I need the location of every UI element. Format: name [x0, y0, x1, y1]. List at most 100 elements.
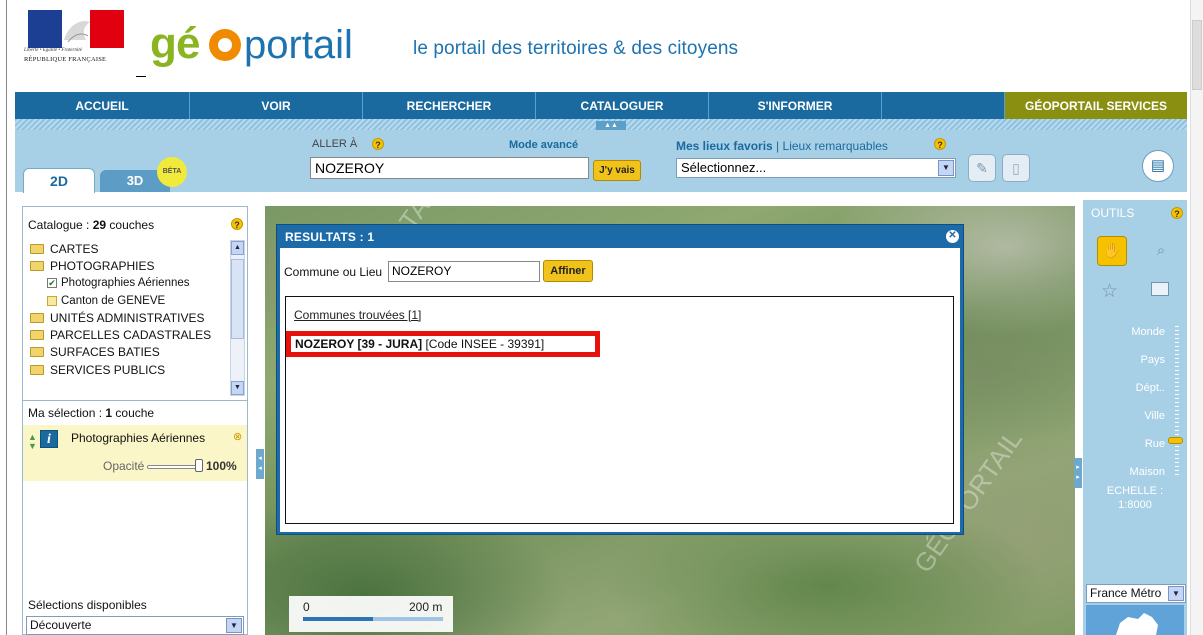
selection-title-prefix: Ma sélection :	[28, 406, 106, 420]
zoom-level-maison[interactable]: Maison	[1130, 466, 1165, 478]
catalog-item-cartes[interactable]: CARTES	[29, 240, 229, 257]
remove-layer-icon[interactable]: ⊗	[233, 430, 242, 443]
collapse-right-panel-icon[interactable]: ▸ ▸	[1074, 458, 1082, 488]
nav-geoportail-services[interactable]: GÉOPORTAIL SERVICES	[1005, 92, 1187, 119]
opacity-slider[interactable]	[147, 465, 199, 469]
svg-text:é: é	[176, 19, 200, 68]
geoportail-logo[interactable]: g é portail	[150, 18, 410, 68]
results-heading-link[interactable]: Communes trouvées [1]	[294, 308, 421, 322]
scale-readout: ECHELLE : 1:8000	[1083, 484, 1187, 512]
favoris-help-icon[interactable]: ?	[934, 138, 946, 150]
result-name: NOZEROY [39 - JURA]	[295, 337, 423, 351]
zoom-level-monde[interactable]: Monde	[1131, 326, 1165, 338]
nav-cataloguer[interactable]: CATALOGUER	[536, 92, 709, 119]
zoom-level-ville[interactable]: Ville	[1144, 410, 1165, 422]
catalog-item-parcelles-cadastrales[interactable]: PARCELLES CADASTRALES	[29, 326, 229, 343]
main-nav: ACCUEIL VOIR RECHERCHER CATALOGUER S'INF…	[15, 92, 1187, 119]
affiner-button[interactable]: Affiner	[543, 260, 593, 282]
commune-field-label: Commune ou Lieu	[284, 265, 383, 279]
catalog-item-label: Canton de GENEVE	[61, 294, 166, 307]
info-icon[interactable]: i	[40, 430, 58, 448]
folder-icon	[30, 347, 44, 358]
territory-select[interactable]: France Métro ▼	[1086, 584, 1186, 603]
goto-search-input[interactable]: NOZEROY	[310, 157, 589, 179]
chevron-down-icon[interactable]: ▼	[1168, 586, 1184, 601]
envelope-icon[interactable]	[1151, 282, 1169, 296]
catalog-title-suffix: couches	[106, 218, 155, 232]
zoom-slider-handle[interactable]	[1168, 437, 1183, 444]
svg-text:portail: portail	[244, 23, 353, 67]
available-selections-select[interactable]: Découverte ▼	[26, 616, 244, 635]
nav-sinformer[interactable]: S'INFORMER	[709, 92, 882, 119]
available-selections-value: Découverte	[30, 618, 92, 632]
catalog-item-unites-administratives[interactable]: UNITÉS ADMINISTRATIVES	[29, 309, 229, 326]
opacity-slider-handle[interactable]	[195, 459, 203, 472]
catalog-scrollbar[interactable]: ▲ ▼	[230, 240, 245, 396]
help-icon[interactable]: ?	[372, 138, 384, 150]
catalog-item-services-publics[interactable]: SERVICES PUBLICS	[29, 361, 229, 378]
pan-hand-icon[interactable]: ✋	[1097, 236, 1127, 266]
available-selections-title: Sélections disponibles	[28, 598, 147, 612]
catalog-item-surfaces-baties[interactable]: SURFACES BATIES	[29, 344, 229, 361]
catalog-item-label: Photographies Aériennes	[61, 277, 190, 290]
catalog-item-photographies[interactable]: PHOTOGRAPHIES	[29, 257, 229, 274]
chevron-down-icon[interactable]: ▼	[231, 381, 244, 395]
nav-accueil[interactable]: ACCUEIL	[15, 92, 190, 119]
chevron-down-icon[interactable]: ▼	[938, 160, 954, 176]
chevron-down-icon[interactable]: ▼	[226, 618, 242, 633]
trash-icon[interactable]: ▯	[1002, 154, 1030, 182]
catalog-item-label: CARTES	[50, 241, 99, 256]
dialog-title: RESULTATS : 1	[285, 230, 375, 244]
catalog-item-label: PHOTOGRAPHIES	[50, 258, 155, 273]
page-scrollbar[interactable]	[1190, 0, 1203, 635]
pin-icon[interactable]: ✎	[968, 154, 996, 182]
zoom-level-pays[interactable]: Pays	[1141, 354, 1165, 366]
zoom-magnifier-icon[interactable]: ⌕	[1147, 238, 1175, 266]
geoportail-page: Liberté • Égalité • Fraternité RÉPUBLIQU…	[0, 0, 1203, 635]
rf-name: RÉPUBLIQUE FRANÇAISE	[24, 56, 107, 63]
scale-distance: 200 m	[409, 600, 443, 614]
reorder-arrows-icon[interactable]: ▲ ▼	[28, 433, 37, 451]
catalog-item-label: SERVICES PUBLICS	[50, 362, 166, 377]
favoris-select[interactable]: Sélectionnez... ▼	[676, 158, 956, 178]
catalog-item-photographies-aeriennes[interactable]: ✔ Photographies Aériennes	[29, 275, 229, 292]
favoris-select-value: Sélectionnez...	[681, 160, 767, 175]
layers-panel-icon[interactable]: ▤	[1142, 150, 1174, 182]
checkbox-checked-icon[interactable]: ✔	[47, 278, 57, 289]
catalog-item-canton-geneve[interactable]: Canton de GENEVE	[29, 292, 229, 309]
text-cursor	[136, 76, 146, 77]
commune-input[interactable]: NOZEROY	[388, 261, 540, 282]
folder-icon	[30, 364, 44, 375]
favoris-link[interactable]: Mes lieux favoris	[676, 139, 773, 153]
divider	[23, 400, 247, 401]
catalog-title: Catalogue : 29 couches	[28, 218, 154, 232]
zoom-level-rue[interactable]: Rue	[1145, 438, 1165, 450]
nav-voir[interactable]: VOIR	[190, 92, 363, 119]
catalog-panel: Catalogue : 29 couches ? CARTES PHOTOGRA…	[22, 206, 248, 635]
collapse-left-panel-icon[interactable]: ◂ ◂	[256, 449, 264, 479]
catalog-tree: CARTES PHOTOGRAPHIES ✔ Photographies Aéri…	[29, 240, 229, 395]
scrollbar-thumb[interactable]	[1192, 20, 1202, 90]
goto-label: ALLER À	[312, 138, 358, 150]
lieux-remarquables-link[interactable]: Lieux remarquables	[783, 139, 888, 153]
goto-button[interactable]: J'y vais	[593, 160, 641, 181]
zoom-slider[interactable]	[1175, 326, 1179, 478]
folder-icon	[30, 243, 44, 254]
checkbox-icon[interactable]	[47, 295, 57, 306]
catalog-help-icon[interactable]: ?	[231, 218, 243, 230]
expand-header-icon[interactable]: ▲▲	[596, 121, 626, 130]
zoom-level-dept[interactable]: Dépt..	[1136, 382, 1165, 394]
folder-icon	[30, 312, 44, 323]
france-minimap[interactable]	[1086, 605, 1184, 635]
mode-avance-link[interactable]: Mode avancé	[509, 139, 578, 151]
close-icon[interactable]: ✕	[946, 230, 959, 243]
tab-2d[interactable]: 2D	[23, 168, 95, 193]
star-icon[interactable]: ☆	[1101, 280, 1118, 303]
results-list: Communes trouvées [1] NOZEROY [39 - JURA…	[285, 296, 954, 524]
result-item[interactable]: NOZEROY [39 - JURA] [Code INSEE - 39391]	[295, 337, 544, 351]
scrollbar-thumb[interactable]	[231, 259, 244, 339]
chevron-up-icon[interactable]: ▲	[231, 241, 244, 255]
rf-motto: Liberté • Égalité • Fraternité	[24, 48, 82, 53]
tools-help-icon[interactable]: ?	[1171, 207, 1183, 219]
nav-rechercher[interactable]: RECHERCHER	[363, 92, 536, 119]
